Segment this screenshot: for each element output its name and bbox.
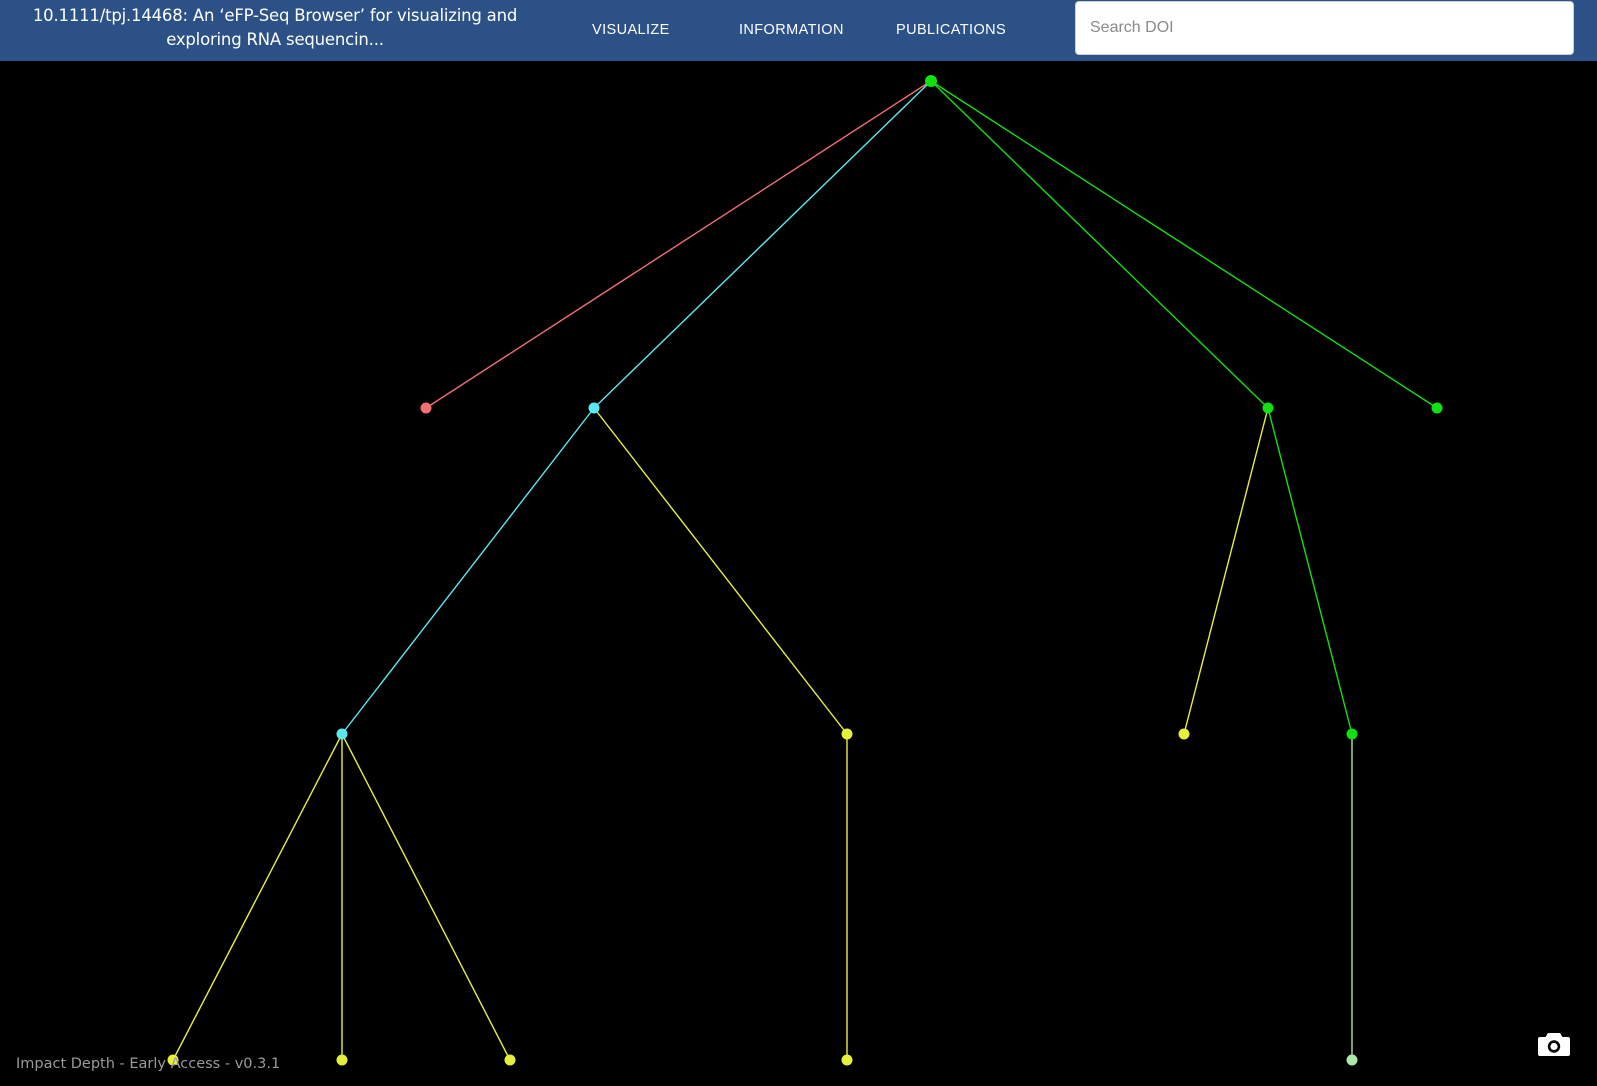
nodes-layer — [167, 75, 1443, 1066]
tree-node-n11[interactable] — [504, 1054, 516, 1066]
tree-node-n13[interactable] — [1346, 1054, 1358, 1066]
edge-n3-n8 — [1267, 407, 1353, 735]
edge-n2-n6 — [593, 407, 848, 735]
tree-node-n1[interactable] — [420, 402, 432, 414]
document-title: 10.1111/tpj.14468: An ‘eFP-Seq Browser’ … — [32, 6, 518, 49]
citation-tree-graph[interactable] — [0, 61, 1597, 1086]
edge-root-n2 — [593, 80, 932, 409]
top-navigation-bar: 10.1111/tpj.14468: An ‘eFP-Seq Browser’ … — [0, 0, 1597, 61]
tree-node-n12[interactable] — [841, 1054, 853, 1066]
edge-n3-n7 — [1183, 407, 1269, 735]
version-label: Impact Depth - Early Access - v0.3.1 — [16, 1056, 281, 1072]
edge-n2-n5 — [341, 407, 595, 735]
edge-n5-n11 — [341, 733, 511, 1061]
edge-root-n3 — [930, 80, 1269, 409]
tree-node-n10[interactable] — [336, 1054, 348, 1066]
edge-root-n1 — [425, 80, 932, 409]
tree-node-n6[interactable] — [841, 728, 853, 740]
citation-tree-canvas[interactable] — [0, 61, 1597, 1086]
edge-n5-n9 — [172, 733, 343, 1061]
tree-node-n8[interactable] — [1346, 728, 1358, 740]
screenshot-button[interactable] — [1536, 1027, 1572, 1063]
tree-node-n3[interactable] — [1262, 402, 1274, 414]
tree-node-n5[interactable] — [336, 728, 348, 740]
tree-node-n2[interactable] — [588, 402, 600, 414]
nav-publications[interactable]: PUBLICATIONS — [896, 19, 1006, 41]
search-doi-box — [1075, 1, 1574, 55]
tree-node-n7[interactable] — [1178, 728, 1190, 740]
tree-node-root[interactable] — [925, 75, 937, 87]
nav-information[interactable]: INFORMATION — [739, 19, 844, 41]
edges-layer — [172, 80, 1438, 1061]
nav-visualize[interactable]: VISUALIZE — [592, 19, 670, 41]
tree-node-n4[interactable] — [1431, 402, 1443, 414]
search-doi-input[interactable] — [1076, 2, 1573, 54]
camera-icon — [1538, 1033, 1570, 1056]
edge-root-n4 — [930, 80, 1438, 409]
